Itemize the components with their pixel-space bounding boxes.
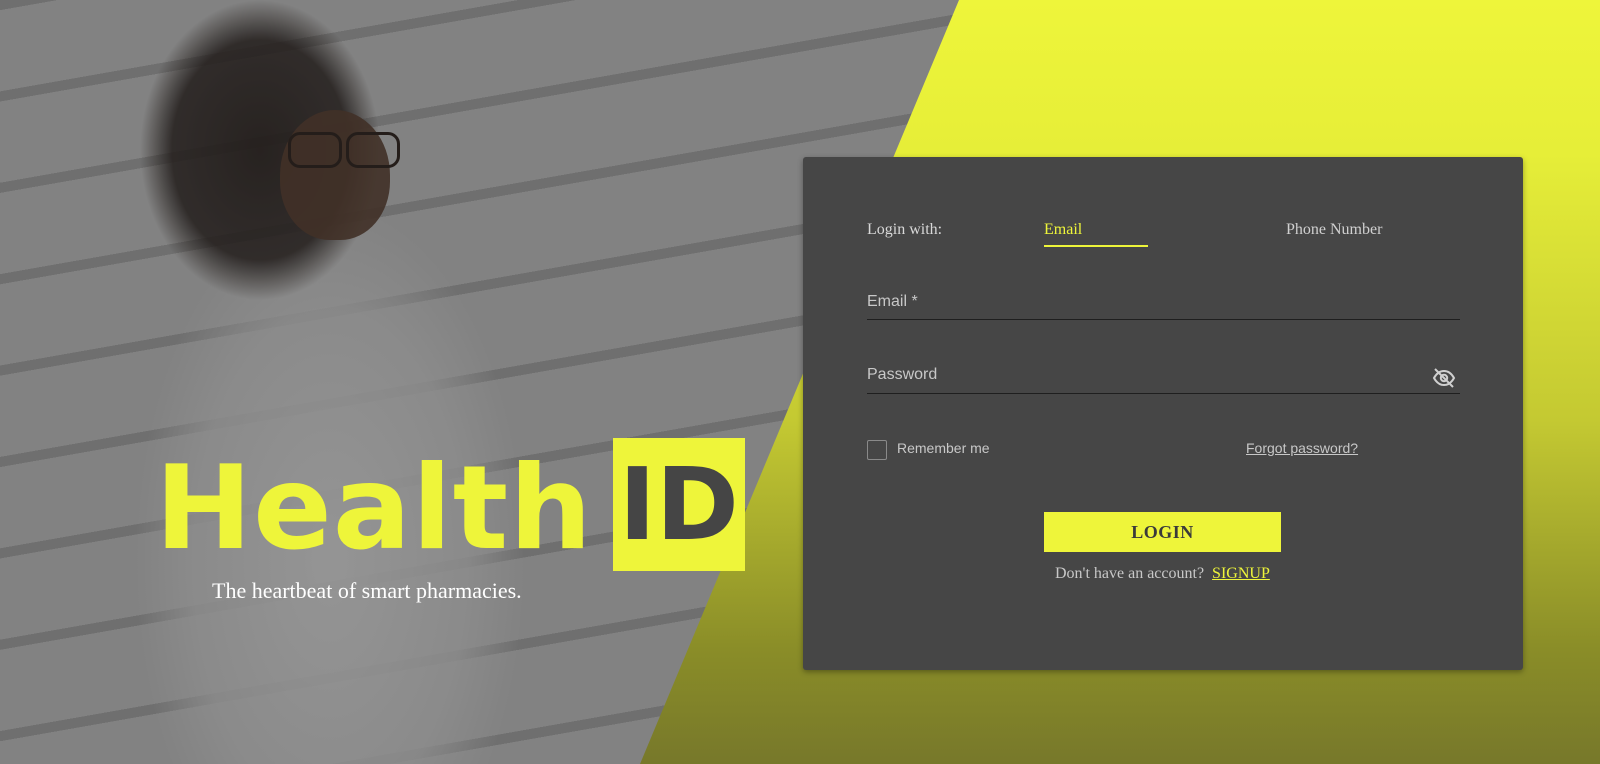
remember-me-label: Remember me: [897, 440, 990, 456]
signup-link[interactable]: SIGNUP: [1212, 565, 1270, 582]
password-field-label: Password: [867, 366, 938, 383]
photo-glasses: [288, 132, 408, 168]
tagline: The heartbeat of smart pharmacies.: [212, 578, 522, 603]
login-card: Login with: Email Phone Number Email * P…: [803, 157, 1523, 670]
signup-prompt: Don't have an account? SIGNUP: [1055, 565, 1270, 583]
logo-wordmark: Health: [155, 440, 593, 576]
email-field[interactable]: Email *: [867, 293, 1460, 320]
password-field[interactable]: Password: [867, 366, 1460, 394]
tab-phone-number[interactable]: Phone Number: [1286, 221, 1382, 239]
email-field-label: Email *: [867, 293, 918, 310]
login-button[interactable]: LOGIN: [1044, 512, 1281, 552]
active-tab-indicator: [1044, 245, 1148, 247]
tab-email[interactable]: Email: [1044, 221, 1082, 239]
login-page: Health ID The heartbeat of smart pharmac…: [0, 0, 1600, 764]
eye-off-icon[interactable]: [1432, 366, 1456, 390]
healthid-logo: Health ID: [155, 438, 745, 571]
forgot-password-link[interactable]: Forgot password?: [1246, 440, 1358, 456]
logo-id-badge: ID: [612, 438, 745, 571]
remember-me-checkbox[interactable]: [867, 440, 887, 460]
no-account-text: Don't have an account?: [1055, 565, 1205, 582]
login-with-label: Login with:: [867, 221, 943, 238]
photo-face: [280, 110, 390, 240]
